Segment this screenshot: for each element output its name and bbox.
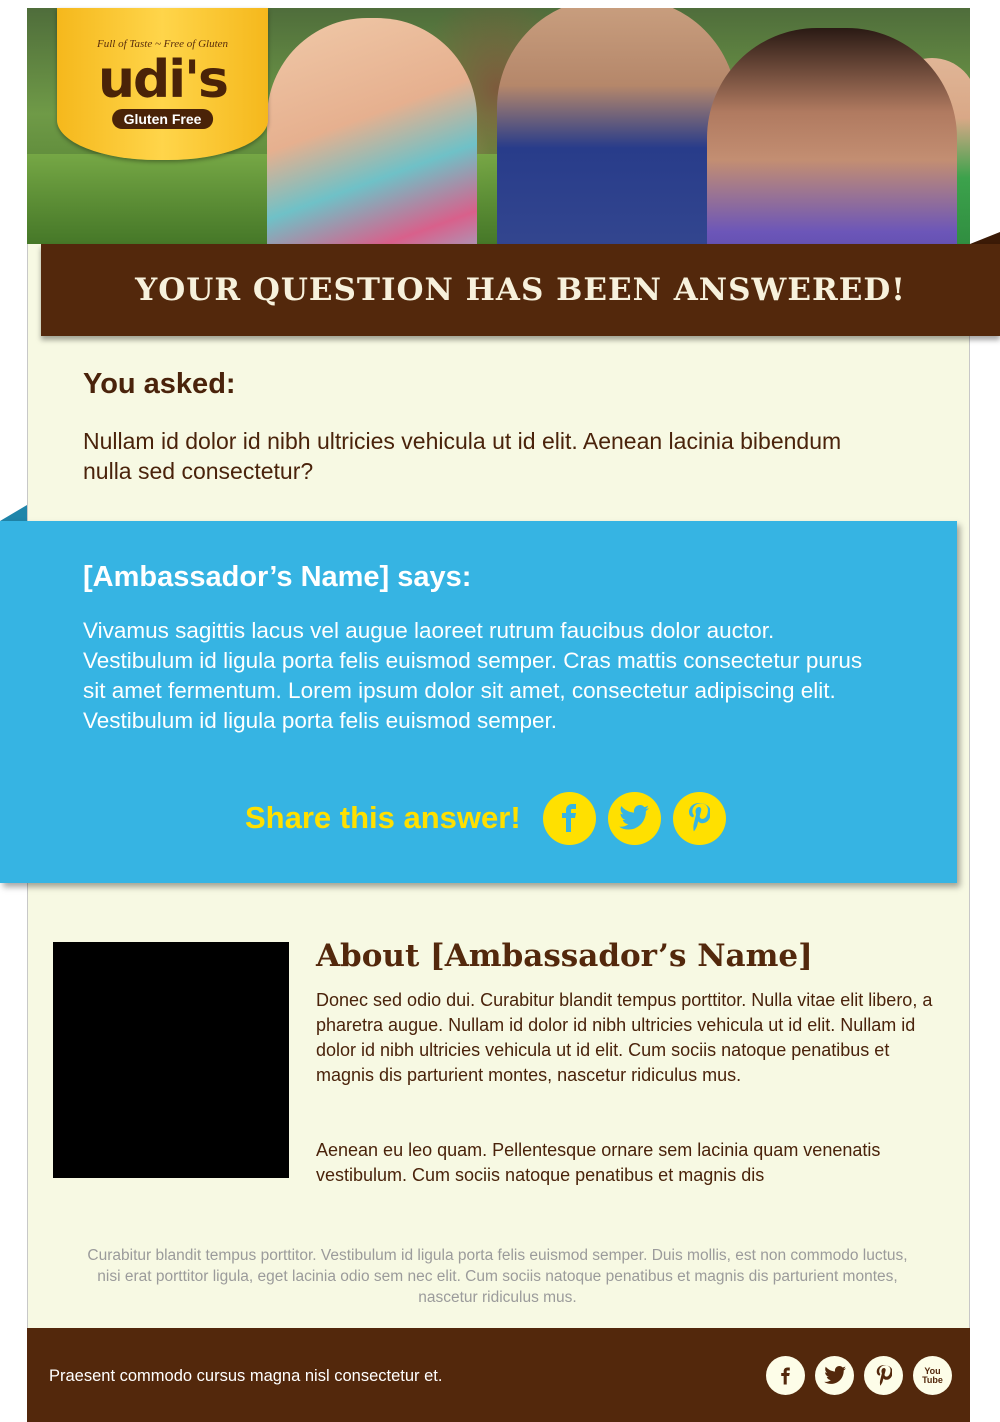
about-title: About [Ambassador’s Name] — [316, 938, 813, 974]
share-label: Share this answer! — [245, 800, 521, 835]
facebook-icon — [562, 804, 577, 832]
banner-title: YOUR QUESTION HAS BEEN ANSWERED! — [135, 272, 906, 308]
footer-text: Praesent commodo cursus magna nisl conse… — [49, 1367, 443, 1385]
footer-twitter-button[interactable] — [815, 1356, 854, 1395]
ambassador-photo — [53, 942, 289, 1178]
share-facebook-button[interactable] — [542, 791, 596, 845]
twitter-icon — [619, 805, 650, 830]
share-bar: Share this answer! — [245, 791, 738, 845]
footer-social-icons: You Tube — [756, 1356, 952, 1395]
answer-label: [Ambassador’s Name] says: — [83, 561, 472, 593]
footer-youtube-button[interactable]: You Tube — [913, 1356, 952, 1395]
logo-tagline: Full of Taste ~ Free of Gluten — [96, 38, 229, 50]
youtube-label-bottom: Tube — [922, 1374, 943, 1385]
title-banner: YOUR QUESTION HAS BEEN ANSWERED! — [41, 244, 1000, 336]
answer-text: Vivamus sagittis lacus vel augue laoreet… — [83, 618, 863, 733]
fine-print: Curabitur blandit tempus porttitor. Vest… — [87, 1247, 908, 1306]
youtube-icon: You Tube — [922, 1366, 943, 1385]
question-label: You asked: — [83, 368, 236, 400]
footer-facebook-button[interactable] — [766, 1356, 805, 1395]
udis-logo[interactable]: Full of Taste ~ Free of Gluten udi's Glu… — [57, 8, 268, 160]
pinterest-icon — [876, 1364, 892, 1386]
banner-fold — [970, 232, 1000, 244]
about-paragraph-1: Donec sed odio dui. Curabitur blandit te… — [316, 990, 933, 1085]
share-twitter-button[interactable] — [607, 791, 661, 845]
answer-fold — [0, 505, 27, 521]
question-text: Nullam id dolor id nibh ultricies vehicu… — [83, 428, 842, 484]
logo-subbrand: Gluten Free — [111, 109, 214, 129]
footer: Praesent commodo cursus magna nisl conse… — [27, 1328, 970, 1422]
answer-box: [Ambassador’s Name] says: Vivamus sagitt… — [0, 521, 957, 883]
twitter-icon — [823, 1366, 846, 1384]
facebook-icon — [781, 1366, 790, 1385]
about-paragraph-2: Aenean eu leo quam. Pellentesque ornare … — [316, 1140, 881, 1185]
share-pinterest-button[interactable] — [672, 791, 726, 845]
logo-brand: udi's — [98, 50, 229, 110]
pinterest-icon — [689, 803, 711, 832]
footer-pinterest-button[interactable] — [864, 1356, 903, 1395]
